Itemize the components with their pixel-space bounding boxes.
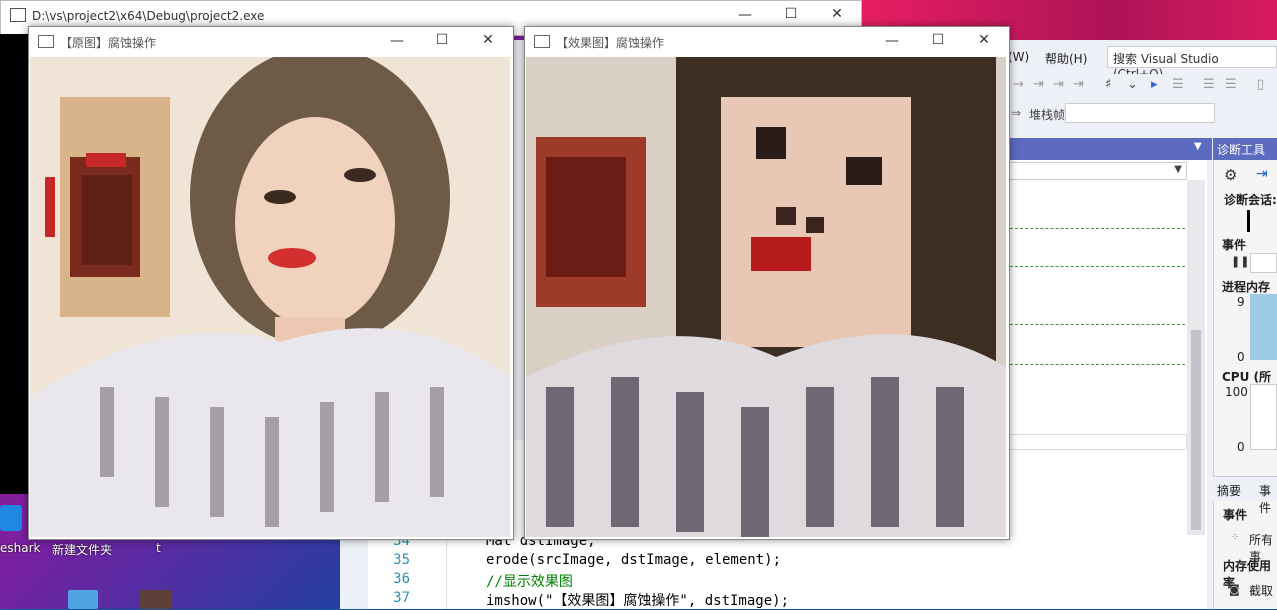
timeline-marker (1247, 210, 1250, 232)
events-track (1250, 253, 1277, 273)
arrow-icon[interactable]: → (1013, 77, 1024, 92)
align-icon[interactable]: ☰ (1203, 77, 1215, 92)
events-heading: 事件 (1223, 508, 1248, 522)
maximize-button[interactable]: ☐ (768, 6, 814, 22)
code-line: imshow("【效果图】腐蚀操作", dstImage); (486, 593, 790, 609)
desktop-icon-label[interactable]: 新建文件夹 (52, 541, 112, 558)
close-button[interactable]: ✕ (465, 32, 511, 48)
divider-line (1010, 228, 1185, 229)
events-section-label: 事件 (1222, 238, 1247, 252)
vs-search-input[interactable]: 搜索 Visual Studio (Ctrl+Q) (1107, 46, 1277, 81)
step-icon[interactable]: ⇥ (1073, 77, 1084, 92)
divider-line (1010, 324, 1185, 325)
minimize-button[interactable]: — (722, 7, 768, 23)
pointer-icon[interactable]: ▸ (1151, 77, 1158, 92)
maximize-button[interactable]: ☐ (419, 32, 465, 48)
desktop-icon-label[interactable]: t (156, 541, 161, 555)
line-number: 37 (393, 590, 410, 606)
divider-line (1010, 364, 1185, 365)
window-icon (534, 35, 550, 48)
divider-line (1010, 266, 1185, 267)
step-icon[interactable]: ⇥ (1053, 77, 1064, 92)
window-icon (38, 35, 54, 48)
thread-icon[interactable]: ⌄ (1127, 77, 1138, 92)
desktop-shortcut-icon[interactable] (140, 590, 172, 609)
export-icon[interactable]: ⇥ (1256, 166, 1268, 182)
take-snapshot-button[interactable]: 截取 (1249, 582, 1273, 599)
vs-toolbar: → ⇥ ⇥ ⇥ ♯ ⌄ ▸ ☰ ☰ ☰ ▯ (1007, 74, 1277, 98)
bookmark-icon[interactable]: ☰ (1172, 77, 1184, 92)
align-icon[interactable]: ☰ (1225, 77, 1237, 92)
menu-help[interactable]: 帮助(H) (1045, 50, 1087, 67)
vs-tab-bar: ▼ (1007, 138, 1212, 160)
scrollbar-thumb[interactable] (1191, 330, 1201, 530)
line-number: 36 (393, 571, 410, 587)
cpu-min: 0 (1237, 440, 1245, 454)
original-photo (30, 57, 510, 537)
photo-illustration (526, 57, 1006, 537)
hex-icon[interactable]: ♯ (1105, 77, 1111, 92)
console-app-icon (10, 8, 26, 22)
diag-session-label: 诊断会话: (1224, 193, 1277, 207)
menu-window[interactable]: (W) (1008, 50, 1029, 64)
diagnostics-title: 诊断工具 (1213, 138, 1277, 160)
chevron-down-icon: ▼ (1174, 164, 1182, 175)
pause-icon[interactable]: ❚❚ (1231, 255, 1249, 268)
output-field (1007, 434, 1187, 450)
gear-icon[interactable]: ⚙ (1224, 166, 1237, 184)
console-title: D:\vs\project2\x64\Debug\project2.exe (32, 9, 265, 23)
cpu-max: 100 (1225, 385, 1248, 399)
chevron-down-icon[interactable]: ▼ (1194, 141, 1202, 152)
minimize-button[interactable]: — (869, 33, 915, 49)
events-icon: ⁘ (1231, 532, 1240, 543)
maximize-button[interactable]: ☐ (915, 32, 961, 48)
memory-max: 9 (1237, 295, 1245, 309)
diag-tabs: 摘要 事件 (1213, 476, 1277, 515)
window-title: 【原图】腐蚀操作 (60, 36, 157, 50)
tab-summary[interactable]: 摘要 (1217, 482, 1241, 499)
stack-frame-dropdown[interactable] (1065, 103, 1215, 123)
minimize-button[interactable]: — (374, 33, 420, 49)
code-line: erode(srcImage, dstImage, element); (486, 552, 782, 568)
camera-icon[interactable]: ◙ (1229, 583, 1240, 596)
step-icon[interactable]: ⇥ (1033, 77, 1044, 92)
photo-illustration (30, 57, 510, 537)
comment-icon[interactable]: ▯ (1257, 77, 1264, 92)
close-button[interactable]: ✕ (961, 32, 1007, 48)
tab-events[interactable]: 事件 (1259, 482, 1277, 516)
code-line: //显示效果图 (486, 574, 573, 590)
stack-frame-label: 堆栈帧: (1029, 108, 1070, 122)
cpu-graph (1250, 384, 1277, 450)
cpu-label: CPU (所 (1222, 370, 1272, 384)
console-body (0, 34, 30, 494)
window-title: 【效果图】腐蚀操作 (556, 36, 665, 50)
desktop-icon-label[interactable]: eshark (0, 541, 40, 555)
process-memory-label: 进程内存 (1222, 280, 1271, 294)
eroded-photo (526, 57, 1006, 537)
memory-graph (1250, 294, 1277, 360)
stack-icon: ⇒ (1011, 106, 1022, 120)
desktop-shortcut-icon[interactable] (68, 590, 98, 609)
wireshark-icon[interactable] (0, 505, 22, 531)
line-number: 35 (393, 552, 410, 568)
memory-min: 0 (1237, 350, 1245, 364)
navigation-dropdown[interactable]: ▼ (1007, 162, 1187, 180)
close-button[interactable]: ✕ (814, 6, 860, 22)
